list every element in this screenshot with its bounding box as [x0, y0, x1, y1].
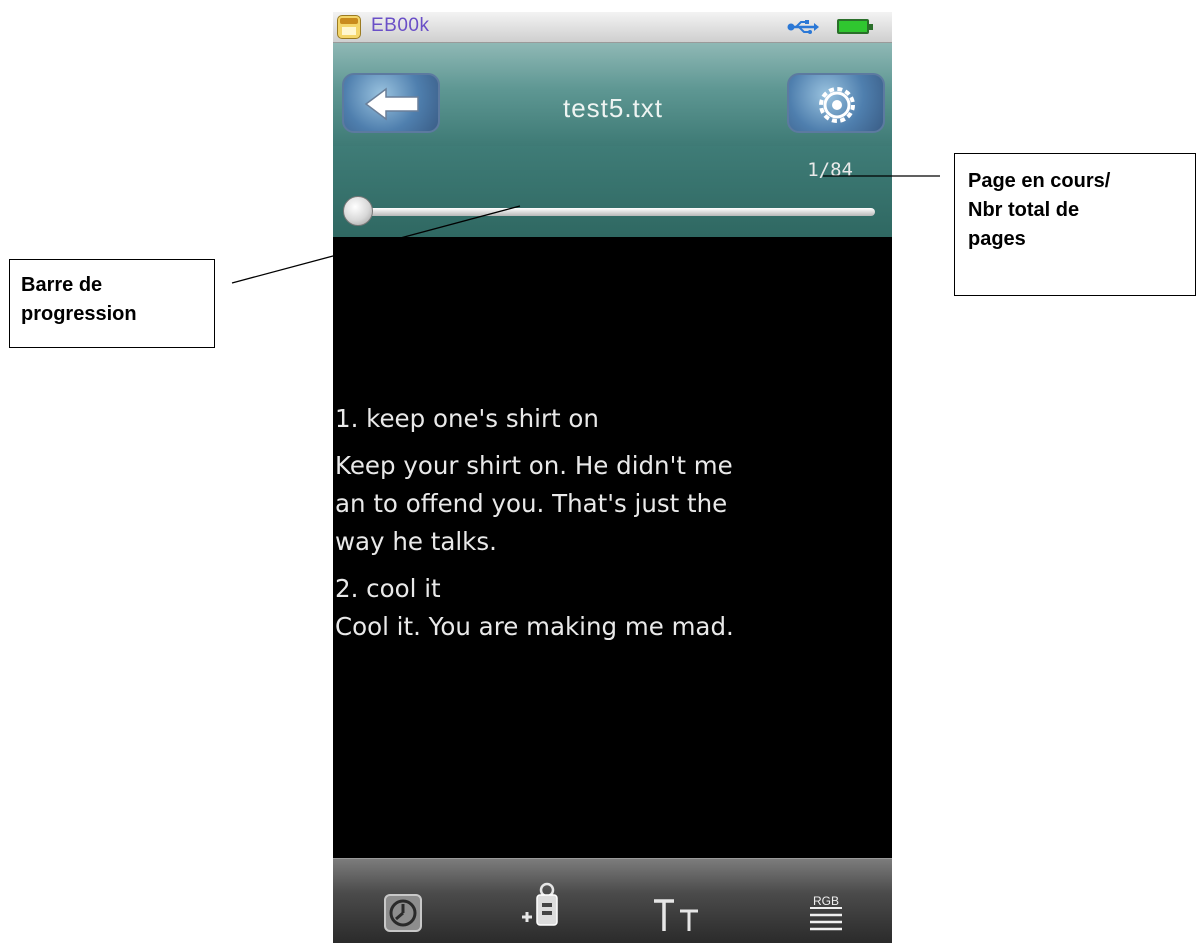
- clock-button[interactable]: [381, 891, 425, 935]
- page-counter: 1/84: [807, 159, 853, 181]
- file-title: test5.txt: [562, 93, 664, 123]
- back-arrow-icon: [364, 87, 419, 121]
- text-line: Keep your shirt on. He didn't me: [335, 451, 733, 480]
- gear-icon: [819, 87, 855, 123]
- rgb-label: RGB: [813, 894, 839, 908]
- text-line: 1. keep one's shirt on: [335, 404, 599, 433]
- progress-slider-handle[interactable]: [343, 196, 373, 226]
- ebook-app-icon: [337, 15, 361, 39]
- annotation-line: Barre de: [21, 274, 103, 296]
- progress-track[interactable]: [355, 208, 875, 216]
- font-size-button[interactable]: [650, 891, 710, 935]
- annotation-line: pages: [968, 228, 1026, 250]
- rgb-color-icon: RGB: [810, 894, 842, 931]
- page-count-annotation: Page en cours/ Nbr total de pages: [954, 153, 1196, 296]
- usb-icon: [787, 20, 819, 34]
- rgb-color-button[interactable]: RGB: [806, 891, 846, 935]
- font-size-icon: [654, 899, 698, 931]
- progress-bar-annotation: Barre de progression: [9, 259, 215, 348]
- reader-header: test5.txt: [333, 43, 892, 146]
- app-name: EB00k: [371, 15, 430, 36]
- battery-icon: [837, 19, 873, 34]
- add-bookmark-button[interactable]: [519, 882, 563, 935]
- text-line: 2. cool it: [335, 574, 441, 603]
- annotation-line: progression: [21, 303, 137, 325]
- progress-area: 1/84: [333, 146, 892, 237]
- text-line: an to offend you. That's just the: [335, 489, 728, 518]
- text-line: Cool it. You are making me mad.: [335, 612, 734, 641]
- status-bar: EB00k: [333, 12, 892, 43]
- ebook-reader-screen: EB00k test5.txt 1/84 1. keep one's shirt…: [333, 12, 892, 943]
- clock-icon: [384, 894, 422, 932]
- annotation-line: Nbr total de: [968, 199, 1080, 221]
- reader-text-area: 1. keep one's shirt on Keep your shirt o…: [333, 238, 892, 858]
- add-bookmark-icon: [522, 882, 558, 926]
- text-line: way he talks.: [335, 527, 497, 556]
- annotation-line: Page en cours/: [968, 170, 1111, 192]
- bottom-toolbar: RGB: [333, 858, 892, 943]
- settings-button[interactable]: [787, 73, 885, 133]
- back-button[interactable]: [342, 73, 440, 133]
